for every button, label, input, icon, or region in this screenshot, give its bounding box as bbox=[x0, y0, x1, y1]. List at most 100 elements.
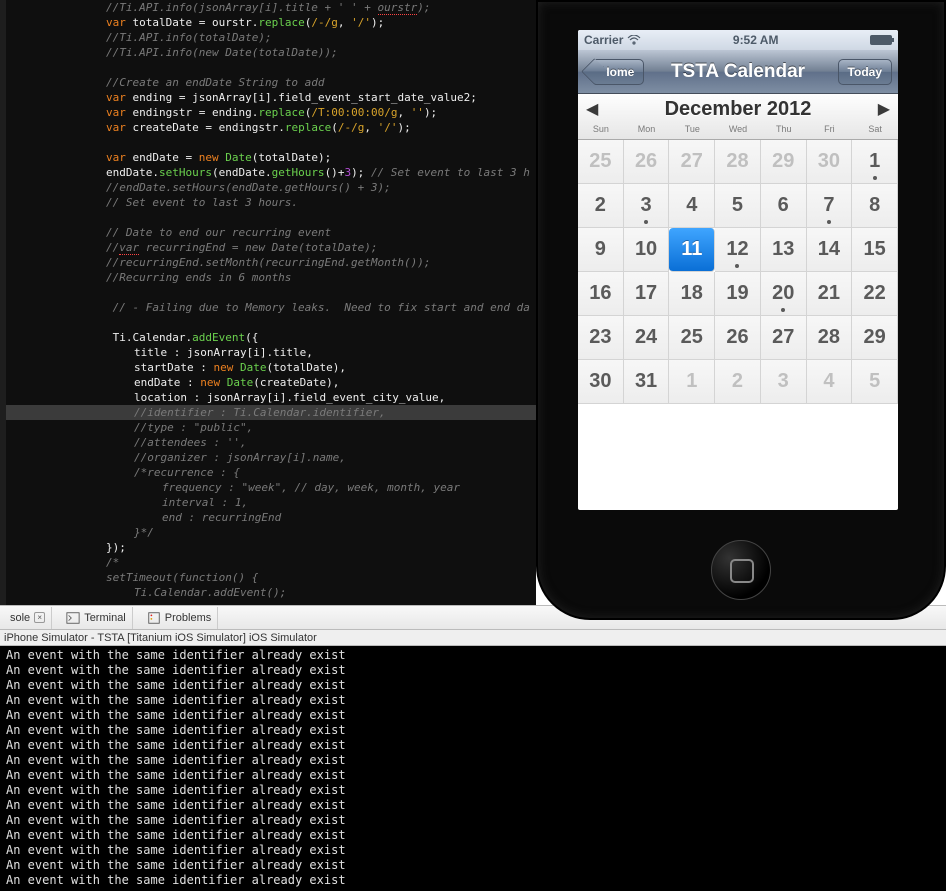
code-line[interactable]: //recurringEnd.setMonth(recurringEnd.get… bbox=[6, 255, 536, 270]
calendar-cell[interactable]: 23 bbox=[578, 316, 624, 360]
code-line[interactable]: //Recurring ends in 6 months bbox=[6, 270, 536, 285]
calendar-cell[interactable]: 1 bbox=[669, 360, 715, 404]
tab-problems[interactable]: Problems bbox=[141, 607, 218, 629]
code-line[interactable]: //var recurringEnd = new Date(totalDate)… bbox=[6, 240, 536, 255]
calendar-cell[interactable]: 28 bbox=[807, 316, 853, 360]
code-line[interactable]: //endDate.setHours(endDate.getHours() + … bbox=[6, 180, 536, 195]
code-line[interactable]: Ti.Calendar.addEvent(); bbox=[6, 585, 536, 600]
calendar-cell[interactable]: 2 bbox=[715, 360, 761, 404]
code-line[interactable]: //Ti.API.info(jsonArray[i].title + ' ' +… bbox=[6, 0, 536, 15]
calendar-cell[interactable]: 22 bbox=[852, 272, 898, 316]
code-line[interactable]: //organizer : jsonArray[i].name, bbox=[6, 450, 536, 465]
code-line[interactable]: var endDate = new Date(totalDate); bbox=[6, 150, 536, 165]
code-line[interactable]: }); bbox=[6, 540, 536, 555]
tab-terminal[interactable]: Terminal bbox=[60, 607, 133, 629]
calendar-day-header: Thu bbox=[761, 124, 807, 140]
code-line[interactable] bbox=[6, 60, 536, 75]
code-line[interactable]: location : jsonArray[i].field_event_city… bbox=[6, 390, 536, 405]
code-line[interactable]: endDate.setHours(endDate.getHours()+3); … bbox=[6, 165, 536, 180]
calendar-cell[interactable]: 29 bbox=[852, 316, 898, 360]
code-line[interactable]: var ending = jsonArray[i].field_event_st… bbox=[6, 90, 536, 105]
calendar-cell[interactable]: 6 bbox=[761, 184, 807, 228]
code-line[interactable]: //Ti.API.info(new Date(totalDate)); bbox=[6, 45, 536, 60]
code-line[interactable]: //attendees : '', bbox=[6, 435, 536, 450]
carrier-label: Carrier bbox=[584, 33, 623, 47]
calendar-cell[interactable]: 5 bbox=[715, 184, 761, 228]
code-line[interactable]: //type : "public", bbox=[6, 420, 536, 435]
event-dot-icon bbox=[735, 264, 739, 268]
next-month-icon[interactable]: ▶ bbox=[878, 99, 890, 119]
code-line[interactable]: /*recurrence : { bbox=[6, 465, 536, 480]
calendar-cell[interactable]: 18 bbox=[669, 272, 715, 316]
code-line[interactable] bbox=[6, 315, 536, 330]
prev-month-icon[interactable]: ◀ bbox=[586, 99, 598, 119]
calendar-cell[interactable]: 11 bbox=[669, 228, 715, 272]
code-line[interactable]: Ti.Calendar.addEvent({ bbox=[6, 330, 536, 345]
calendar-cell[interactable]: 13 bbox=[761, 228, 807, 272]
code-line[interactable]: startDate : new Date(totalDate), bbox=[6, 360, 536, 375]
calendar-cell[interactable]: 29 bbox=[761, 140, 807, 184]
code-editor[interactable]: //Ti.API.info(jsonArray[i].title + ' ' +… bbox=[0, 0, 536, 605]
calendar-cell[interactable]: 24 bbox=[624, 316, 670, 360]
calendar-cell[interactable]: 27 bbox=[669, 140, 715, 184]
today-button[interactable]: Today bbox=[838, 59, 892, 85]
calendar-cell[interactable]: 16 bbox=[578, 272, 624, 316]
calendar-cell[interactable]: 15 bbox=[852, 228, 898, 272]
code-line[interactable]: end : recurringEnd bbox=[6, 510, 536, 525]
calendar-cell[interactable]: 30 bbox=[578, 360, 624, 404]
code-line[interactable]: interval : 1, bbox=[6, 495, 536, 510]
code-line[interactable]: var endingstr = ending.replace(/T:00:00:… bbox=[6, 105, 536, 120]
calendar-cell[interactable]: 27 bbox=[761, 316, 807, 360]
calendar-cell[interactable]: 4 bbox=[807, 360, 853, 404]
calendar-cell[interactable]: 5 bbox=[852, 360, 898, 404]
code-line[interactable]: // Date to end our recurring event bbox=[6, 225, 536, 240]
calendar-cell[interactable]: 19 bbox=[715, 272, 761, 316]
calendar-cell[interactable]: 26 bbox=[715, 316, 761, 360]
calendar-cell[interactable]: 20 bbox=[761, 272, 807, 316]
code-line[interactable] bbox=[6, 135, 536, 150]
calendar-cell[interactable]: 26 bbox=[624, 140, 670, 184]
calendar-cell[interactable]: 8 bbox=[852, 184, 898, 228]
calendar-cell[interactable]: 10 bbox=[624, 228, 670, 272]
editor-code-block[interactable]: //Ti.API.info(jsonArray[i].title + ' ' +… bbox=[6, 0, 536, 600]
calendar-cell[interactable]: 4 bbox=[669, 184, 715, 228]
code-line[interactable]: //identifier : Ti.Calendar.identifier, bbox=[6, 405, 536, 420]
code-line[interactable] bbox=[6, 285, 536, 300]
tab-label: Problems bbox=[165, 612, 211, 624]
calendar-cell[interactable]: 12 bbox=[715, 228, 761, 272]
code-line[interactable]: // Set event to last 3 hours. bbox=[6, 195, 536, 210]
code-line[interactable]: }*/ bbox=[6, 525, 536, 540]
code-line[interactable]: /* bbox=[6, 555, 536, 570]
code-line[interactable] bbox=[6, 210, 536, 225]
tab-console[interactable]: sole × bbox=[4, 607, 52, 629]
code-line[interactable]: var createDate = endingstr.replace(/-/g,… bbox=[6, 120, 536, 135]
code-line[interactable]: frequency : "week", // day, week, month,… bbox=[6, 480, 536, 495]
calendar-cell[interactable]: 28 bbox=[715, 140, 761, 184]
code-line[interactable]: endDate : new Date(createDate), bbox=[6, 375, 536, 390]
code-line[interactable]: // - Failing due to Memory leaks. Need t… bbox=[6, 300, 536, 315]
calendar-cell[interactable]: 17 bbox=[624, 272, 670, 316]
calendar-title: December 2012 bbox=[665, 98, 812, 121]
code-line[interactable]: var totalDate = ourstr.replace(/-/g, '/'… bbox=[6, 15, 536, 30]
close-icon[interactable]: × bbox=[34, 612, 45, 623]
calendar-cell[interactable]: 7 bbox=[807, 184, 853, 228]
calendar-cell[interactable]: 21 bbox=[807, 272, 853, 316]
calendar-cell[interactable]: 30 bbox=[807, 140, 853, 184]
code-line[interactable]: //Create an endDate String to add bbox=[6, 75, 536, 90]
code-line[interactable]: //Ti.API.info(totalDate); bbox=[6, 30, 536, 45]
calendar-cell[interactable]: 3 bbox=[624, 184, 670, 228]
back-button[interactable]: Home bbox=[594, 59, 644, 85]
console-output[interactable]: An event with the same identifier alread… bbox=[0, 646, 946, 891]
calendar-cell[interactable]: 1 bbox=[852, 140, 898, 184]
code-line[interactable]: title : jsonArray[i].title, bbox=[6, 345, 536, 360]
calendar-cell[interactable]: 14 bbox=[807, 228, 853, 272]
calendar-cell[interactable]: 25 bbox=[578, 140, 624, 184]
calendar-cell[interactable]: 25 bbox=[669, 316, 715, 360]
calendar-cell[interactable]: 3 bbox=[761, 360, 807, 404]
calendar-cell[interactable]: 9 bbox=[578, 228, 624, 272]
calendar-cell[interactable]: 31 bbox=[624, 360, 670, 404]
calendar-cell[interactable]: 2 bbox=[578, 184, 624, 228]
home-button[interactable] bbox=[711, 540, 771, 600]
code-line[interactable]: setTimeout(function() { bbox=[6, 570, 536, 585]
status-time: 9:52 AM bbox=[733, 33, 779, 47]
